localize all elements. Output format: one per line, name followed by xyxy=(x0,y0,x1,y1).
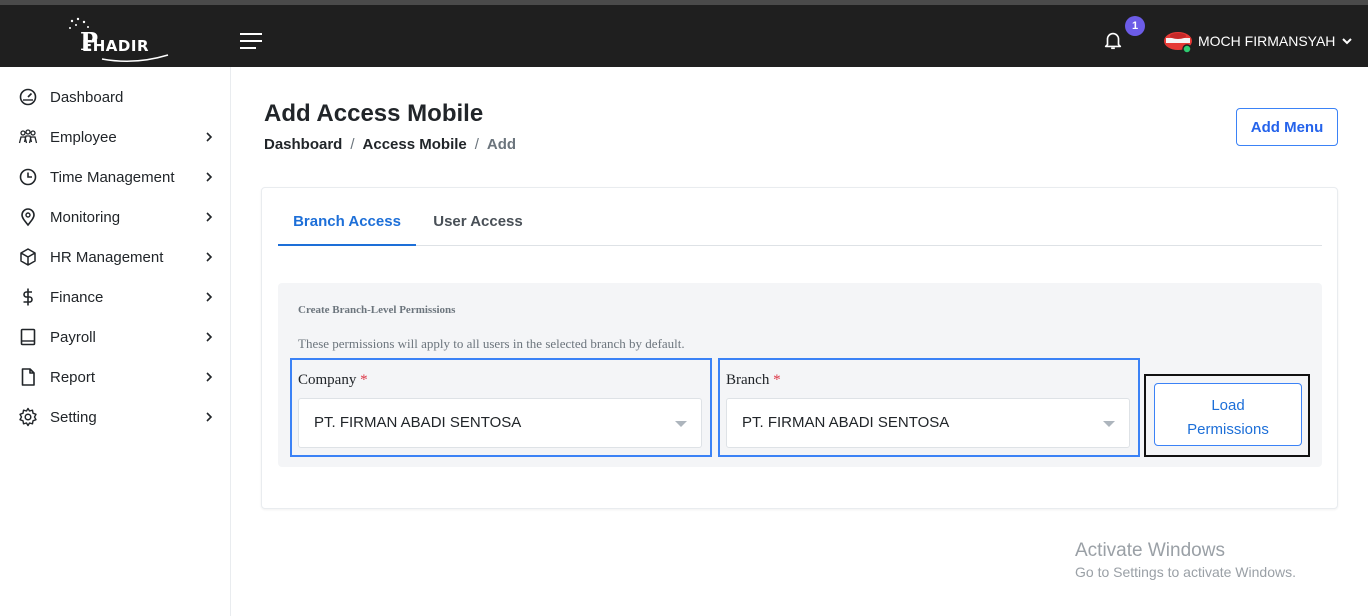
sidebar-item-employee[interactable]: Employee xyxy=(0,117,231,157)
company-field: Company * PT. FIRMAN ABADI SENTOSA xyxy=(290,358,712,457)
sidebar-item-payroll[interactable]: Payroll xyxy=(0,317,231,357)
sidebar-item-label: Time Management xyxy=(50,168,175,186)
tab-bar: Branch Access User Access xyxy=(278,208,1322,246)
load-button-line1: Load xyxy=(1211,396,1245,414)
required-mark: * xyxy=(360,372,368,388)
pehadir-logo[interactable]: P EHADIR xyxy=(62,15,172,65)
sidebar-item-label: Dashboard xyxy=(50,88,124,106)
breadcrumb-item-current: Add xyxy=(486,136,517,153)
sidebar-item-dashboard[interactable]: Dashboard xyxy=(0,77,231,117)
branch-label: Branch * xyxy=(726,372,781,389)
notification-badge: 1 xyxy=(1125,16,1145,36)
tab-branch-access[interactable]: Branch Access xyxy=(278,208,416,246)
chevron-right-icon xyxy=(206,412,213,422)
breadcrumb-item-access-mobile[interactable]: Access Mobile xyxy=(363,136,467,153)
panel-title: Create Branch-Level Permissions xyxy=(298,304,456,316)
sidebar-item-monitoring[interactable]: Monitoring xyxy=(0,197,231,237)
top-navbar: P EHADIR 1 MOCH FIRMANSYAH xyxy=(0,0,1368,67)
map-pin-icon xyxy=(21,208,35,227)
chevron-right-icon xyxy=(206,292,213,302)
activate-windows-watermark: Activate Windows Go to Settings to activ… xyxy=(1075,540,1296,580)
breadcrumb-item-dashboard[interactable]: Dashboard xyxy=(264,136,342,153)
watermark-subtitle: Go to Settings to activate Windows. xyxy=(1075,564,1296,580)
bell-icon[interactable] xyxy=(1102,29,1124,51)
sidebar-item-label: HR Management xyxy=(50,248,164,266)
sidebar-item-label: Payroll xyxy=(50,328,96,346)
company-select[interactable]: PT. FIRMAN ABADI SENTOSA xyxy=(298,398,702,448)
tab-user-access[interactable]: User Access xyxy=(426,208,530,246)
breadcrumb-separator: / xyxy=(474,136,479,153)
gear-icon xyxy=(19,407,37,427)
branch-select-value: PT. FIRMAN ABADI SENTOSA xyxy=(742,414,950,431)
sidebar-item-setting[interactable]: Setting xyxy=(0,397,231,437)
sidebar-item-time-management[interactable]: Time Management xyxy=(0,157,231,197)
breadcrumb-separator: / xyxy=(350,136,355,153)
load-button-line2: Permissions xyxy=(1187,420,1269,438)
sidebar-item-label: Monitoring xyxy=(50,208,121,226)
document-icon xyxy=(21,368,35,386)
breadcrumb: Dashboard / Access Mobile / Add xyxy=(264,136,516,153)
chevron-right-icon xyxy=(206,372,213,382)
branch-select[interactable]: PT. FIRMAN ABADI SENTOSA xyxy=(726,398,1130,448)
sidebar-item-hr-management[interactable]: HR Management xyxy=(0,237,231,277)
sidebar: Dashboard Employee Time Management Monit… xyxy=(0,67,231,616)
company-select-value: PT. FIRMAN ABADI SENTOSA xyxy=(314,414,522,431)
sidebar-item-label: Employee xyxy=(50,128,117,146)
chevron-right-icon xyxy=(206,332,213,342)
branch-label-text: Branch xyxy=(726,372,770,388)
watermark-title: Activate Windows xyxy=(1075,540,1225,561)
required-mark: * xyxy=(773,372,781,388)
gauge-icon xyxy=(19,88,37,106)
company-label: Company * xyxy=(298,372,368,389)
load-permissions-highlight: Load Permissions xyxy=(1144,374,1310,457)
sidebar-item-label: Setting xyxy=(50,408,97,426)
chevron-right-icon xyxy=(206,212,213,222)
chevron-right-icon xyxy=(206,132,213,142)
sidebar-item-report[interactable]: Report xyxy=(0,357,231,397)
load-permissions-button[interactable]: Load Permissions xyxy=(1154,383,1302,446)
logo-swoosh-icon xyxy=(101,54,169,62)
branch-field: Branch * PT. FIRMAN ABADI SENTOSA xyxy=(718,358,1140,457)
chevron-down-icon xyxy=(1342,38,1353,45)
chevron-right-icon xyxy=(206,172,213,182)
sidebar-item-label: Finance xyxy=(50,288,104,306)
panel-description: These permissions will apply to all user… xyxy=(298,336,685,351)
menu-toggle-icon[interactable] xyxy=(240,33,262,49)
caret-down-icon xyxy=(1103,421,1115,427)
cube-icon xyxy=(20,248,36,266)
add-menu-button[interactable]: Add Menu xyxy=(1236,108,1338,146)
company-label-text: Company xyxy=(298,372,357,388)
caret-down-icon xyxy=(675,421,687,427)
clock-icon xyxy=(19,168,37,186)
users-icon xyxy=(18,129,38,144)
access-card: Branch Access User Access Create Branch-… xyxy=(261,187,1338,509)
user-name: MOCH FIRMANSYAH xyxy=(1198,33,1336,49)
avatar xyxy=(1162,27,1196,55)
dollar-icon xyxy=(23,288,33,306)
sidebar-item-finance[interactable]: Finance xyxy=(0,277,231,317)
sidebar-item-label: Report xyxy=(50,368,96,386)
user-menu[interactable]: MOCH FIRMANSYAH xyxy=(1162,27,1353,55)
page-title: Add Access Mobile xyxy=(264,100,484,127)
avatar-icon xyxy=(1164,32,1192,54)
branch-permissions-panel: Create Branch-Level Permissions These pe… xyxy=(278,283,1322,467)
chevron-right-icon xyxy=(206,252,213,262)
book-icon xyxy=(20,328,36,346)
